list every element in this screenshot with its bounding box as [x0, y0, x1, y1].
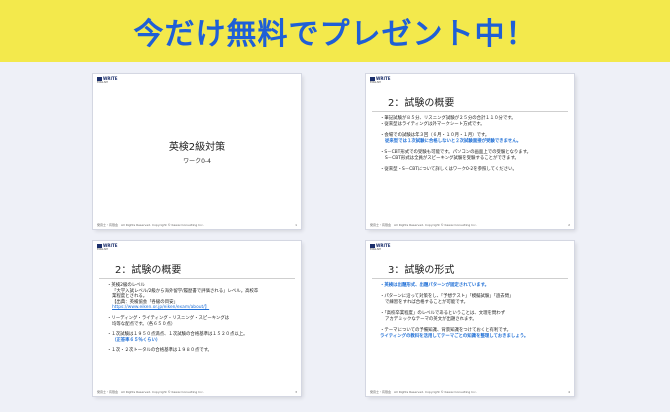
slide-title: 3：試験の形式 [388, 264, 455, 276]
page-number: 3 [295, 390, 297, 394]
slide-thumbnail-2: WRITE ENGLISH 2：試験の概要 ・筆記試験が８５分、リスニング試験が… [366, 74, 574, 229]
slide-line-highlight: ライティングの教科を活用してテーマごとの知識を整理しておきましょう。 [380, 334, 529, 339]
slide-line: ・従来型・S－CBTについて詳しくはワーク0-2を参照してください。 [380, 167, 517, 172]
slide-title-box: 2：試験の概要 [99, 258, 295, 279]
page-number: 4 [568, 390, 570, 394]
slide-body: ・筆記試験が８５分、リスニング試験が２５分の合計１１０分です。 ・従来型はライテ… [380, 116, 566, 173]
slide-line: ・１次・２次トータルの合格基準は１９８０点です。 [107, 348, 212, 354]
slide-title-box: 3：試験の形式 [372, 258, 568, 279]
slide-footer: 発音士・有限会 All Rights Reserved. Copyright ©… [370, 223, 570, 227]
slide-thumbnail-4: WRITE ENGLISH 3：試験の形式 ・英検は出題形式、出題パターンが固定… [366, 241, 574, 396]
slide-footer: 発音士・有限会 All Rights Reserved. Copyright ©… [370, 390, 570, 394]
slide-title-box: 2：試験の概要 [372, 91, 568, 112]
slide-thumbnail-1: WRITE ENGLISH 英検2級対策 ワーク0-4 発音士・有限会 All … [93, 74, 301, 229]
slide-subtitle: ワーク0-4 [183, 158, 211, 165]
slide-footer: 発音士・有限会 All Rights Reserved. Copyright ©… [97, 223, 297, 227]
slide-body: ・英検は出題形式、出題パターンが固定されています。 ・パターンに沿って対策をし、… [380, 283, 566, 340]
slide-title: 2：試験の概要 [388, 97, 455, 109]
banner-text: 今だけ無料でプレゼント中！ [133, 17, 537, 52]
logo: WRITE ENGLISH [97, 243, 118, 251]
slide-thumbnail-3: WRITE ENGLISH 2：試験の概要 ・英検2級のレベル 「大学入試レベル… [93, 241, 301, 396]
page-number: 2 [568, 223, 570, 227]
promo-banner: 今だけ無料でプレゼント中！ [0, 0, 670, 62]
page-number: 1 [295, 223, 297, 227]
logo: WRITE ENGLISH [370, 243, 391, 251]
slide-body: ・英検2級のレベル 「大学入試レベル/2級から海外留学/履歴書で評価される」レベ… [107, 283, 293, 354]
slide-title: 英検2級対策 [168, 142, 226, 153]
logo: WRITE ENGLISH [370, 76, 391, 84]
slide-title: 2：試験の概要 [115, 264, 182, 276]
slide-footer: 発音士・有限会 All Rights Reserved. Copyright ©… [97, 390, 297, 394]
logo: WRITE ENGLISH [97, 76, 118, 84]
